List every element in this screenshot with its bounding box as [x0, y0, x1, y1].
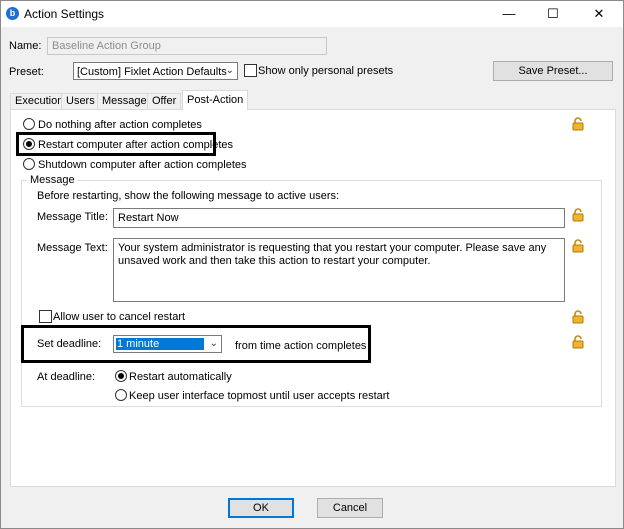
tab-post-action[interactable]: Post-Action: [182, 90, 249, 110]
title-bar: b Action Settings — ☐ ✕: [1, 1, 623, 27]
save-preset-button[interactable]: Save Preset...: [493, 61, 613, 81]
message-text-area[interactable]: Your system administrator is requesting …: [113, 238, 565, 302]
window-title: Action Settings: [24, 7, 105, 21]
message-title-field[interactable]: Restart Now: [113, 208, 565, 228]
allow-cancel-checkbox[interactable]: [39, 310, 52, 323]
action-settings-window: b Action Settings — ☐ ✕ Name: Baseline A…: [0, 0, 624, 529]
name-field[interactable]: Baseline Action Group: [47, 37, 327, 55]
keep-topmost-radio[interactable]: [115, 389, 127, 401]
lock-icon[interactable]: [571, 310, 585, 324]
do-nothing-radio[interactable]: [23, 118, 35, 130]
message-intro: Before restarting, show the following me…: [37, 190, 340, 202]
personal-presets-checkbox[interactable]: [244, 64, 257, 77]
allow-cancel-label: Allow user to cancel restart: [53, 311, 186, 323]
preset-label: Preset:: [9, 66, 44, 78]
tab-execution[interactable]: Execution: [10, 93, 69, 109]
restart-radio[interactable]: [23, 138, 35, 150]
at-deadline-label: At deadline:: [37, 371, 96, 383]
preset-selected-value: [Custom] Fixlet Action Defaults: [77, 66, 227, 78]
deadline-suffix: from time action completes: [235, 340, 367, 352]
chevron-down-icon: ⌄: [225, 65, 234, 76]
personal-presets-label: Show only personal presets: [258, 65, 394, 77]
restart-label: Restart computer after action completes: [38, 139, 234, 151]
lock-icon[interactable]: [571, 117, 585, 131]
close-button[interactable]: ✕: [577, 1, 621, 27]
lock-icon[interactable]: [571, 208, 585, 222]
message-group-title: Message: [28, 174, 77, 186]
name-label: Name:: [9, 40, 42, 52]
maximize-button[interactable]: ☐: [531, 1, 575, 27]
message-title-label: Message Title:: [37, 211, 108, 223]
restart-automatically-radio[interactable]: [115, 370, 127, 382]
ok-button[interactable]: OK: [228, 498, 294, 518]
chevron-down-icon: ⌄: [209, 338, 218, 349]
restart-automatically-label: Restart automatically: [129, 371, 232, 383]
tab-users[interactable]: Users: [61, 93, 100, 109]
app-icon: b: [6, 7, 19, 20]
deadline-dropdown[interactable]: 1 minute ⌄: [113, 335, 222, 353]
deadline-selected-value: 1 minute: [117, 338, 160, 350]
shutdown-label: Shutdown computer after action completes: [38, 159, 247, 171]
shutdown-radio[interactable]: [23, 158, 35, 170]
keep-topmost-label: Keep user interface topmost until user a…: [129, 390, 390, 402]
cancel-button[interactable]: Cancel: [317, 498, 383, 518]
minimize-button[interactable]: —: [487, 1, 531, 27]
preset-dropdown[interactable]: [Custom] Fixlet Action Defaults ⌄: [73, 62, 238, 80]
message-text-label: Message Text:: [37, 242, 108, 254]
deadline-label: Set deadline:: [37, 338, 102, 350]
tab-offer[interactable]: Offer: [147, 93, 182, 109]
do-nothing-label: Do nothing after action completes: [38, 119, 202, 131]
lock-icon[interactable]: [571, 239, 585, 253]
lock-icon[interactable]: [571, 335, 585, 349]
